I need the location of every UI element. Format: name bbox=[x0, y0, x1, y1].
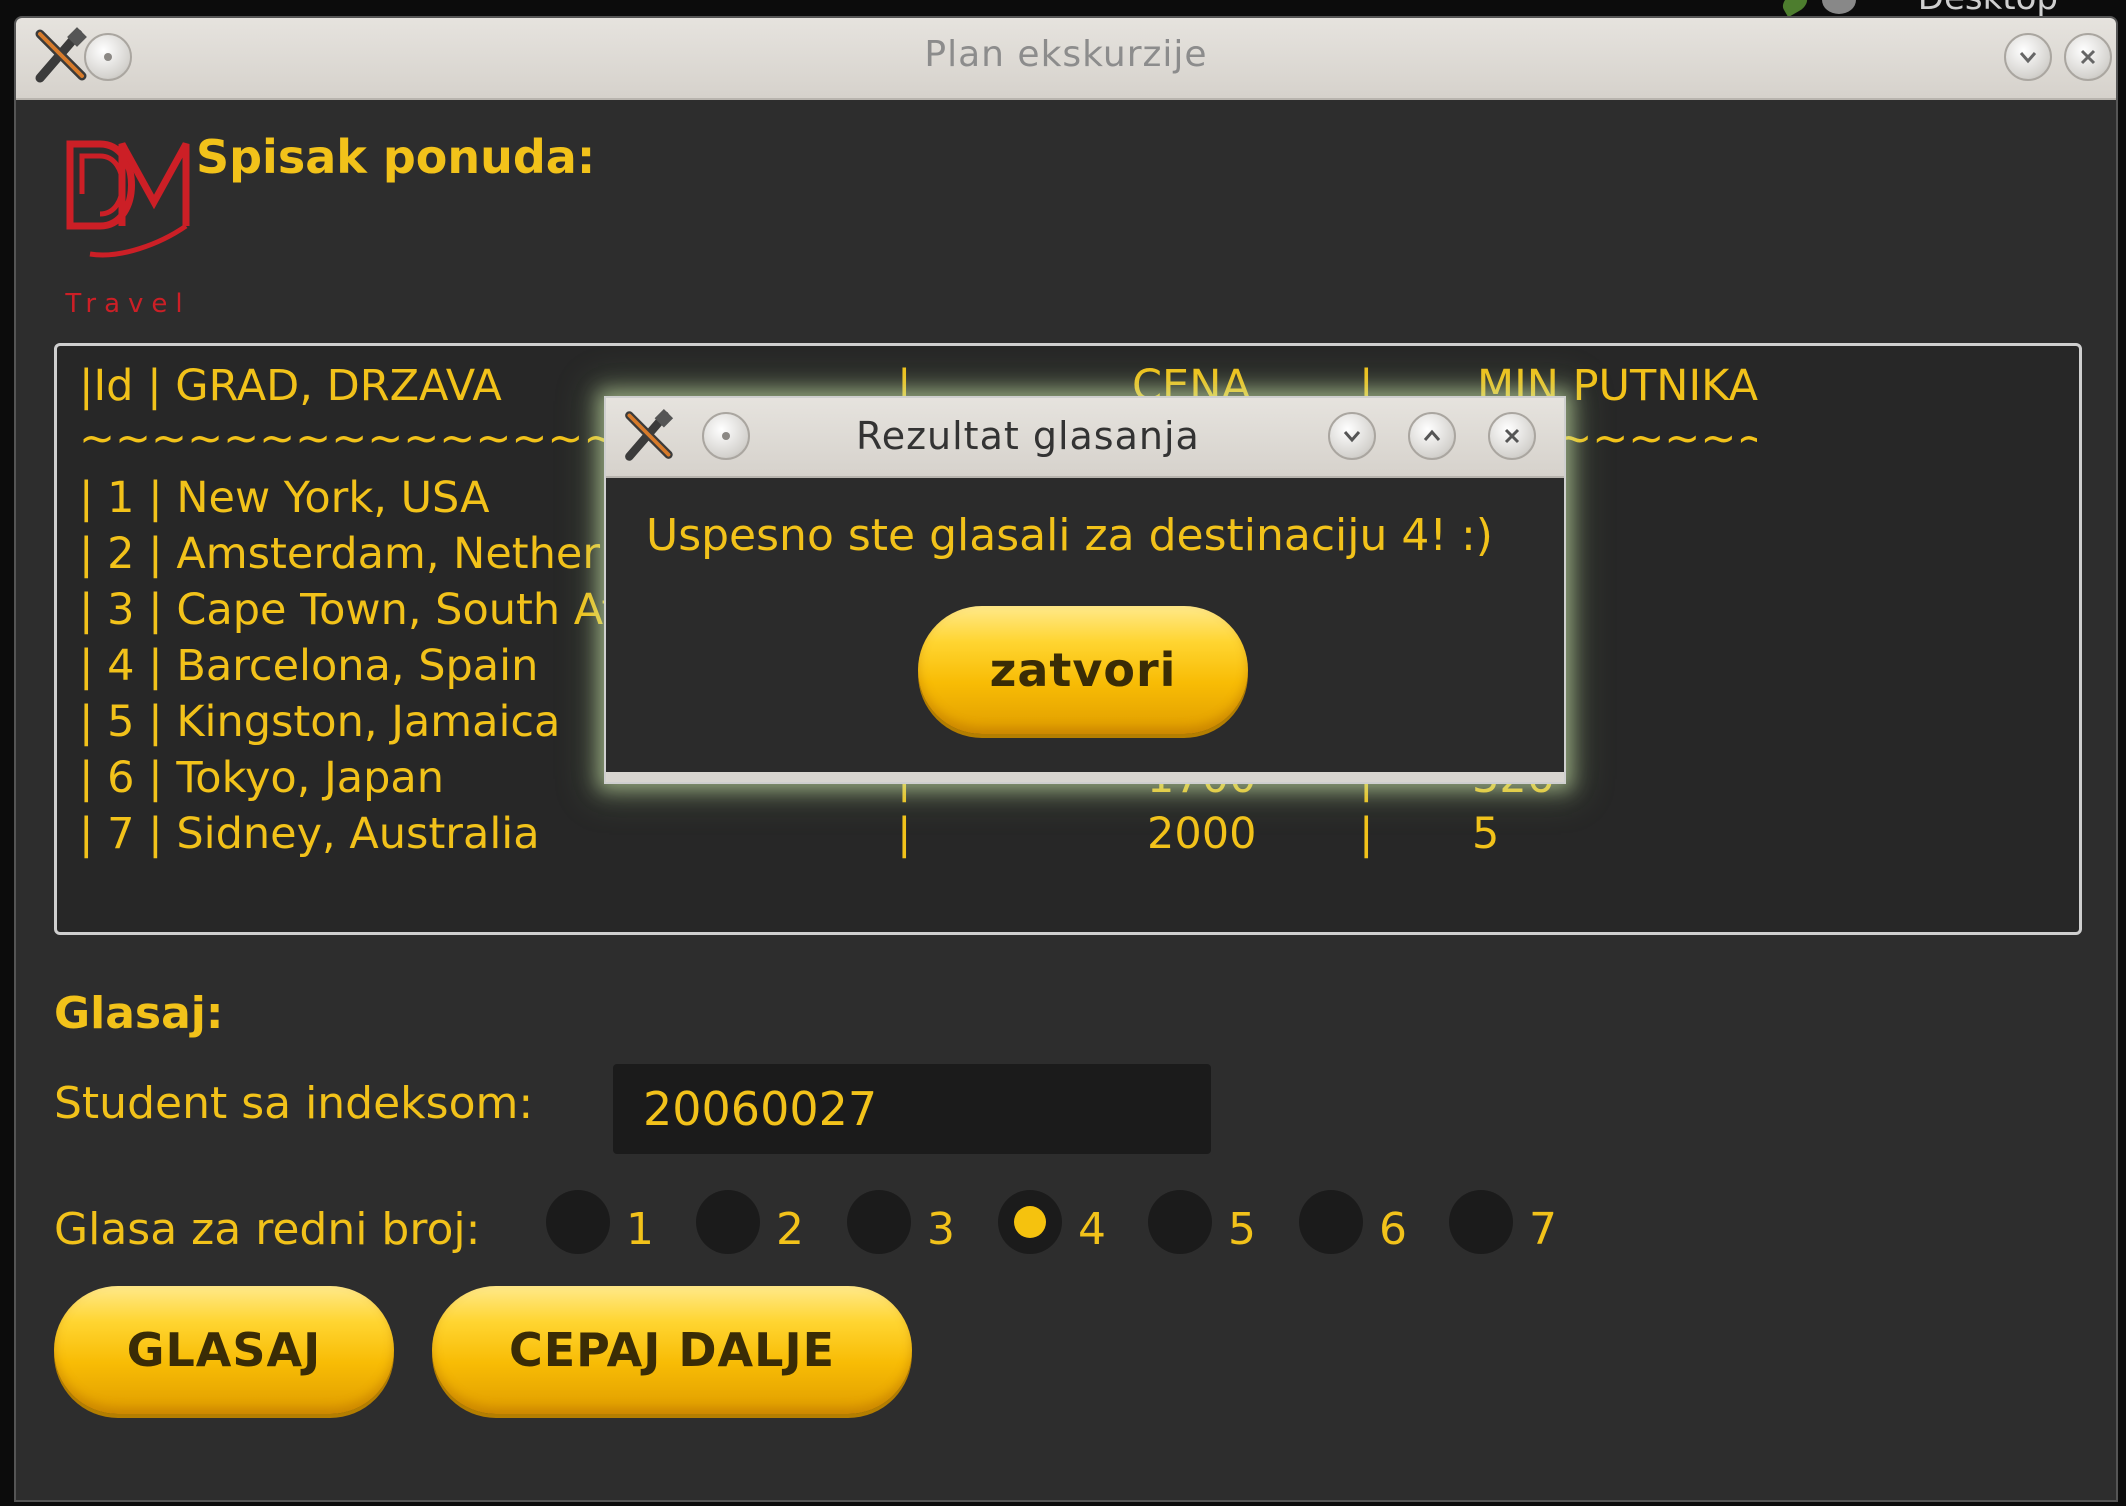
window-titlebar: Plan ekskurzije bbox=[16, 18, 2116, 100]
row-id-city: | 6 | Tokyo, Japan bbox=[79, 753, 444, 803]
row-price: 2000 bbox=[1147, 809, 1257, 859]
radio-option-2[interactable] bbox=[696, 1190, 760, 1254]
header-id-city: |Id | GRAD, DRZAVA bbox=[79, 361, 502, 411]
row-id-city: | 4 | Barcelona, Spain bbox=[79, 641, 539, 691]
list-item[interactable]: | 7 | Sidney, Australia | 2000 | 5 bbox=[57, 809, 2079, 865]
row-id-city: | 1 | New York, USA bbox=[79, 473, 490, 523]
radio-option-3[interactable] bbox=[847, 1190, 911, 1254]
app-icon[interactable] bbox=[620, 408, 676, 464]
radio-option-7[interactable] bbox=[1449, 1190, 1513, 1254]
sticky-dot-icon bbox=[722, 432, 730, 440]
student-label: Student sa indeksom: bbox=[54, 1078, 534, 1129]
dialog-message: Uspesno ste glasali za destinaciju 4! :) bbox=[646, 510, 1493, 561]
vote-choice-label: Glasa za redni broj: bbox=[54, 1204, 481, 1255]
dialog-maximize-button[interactable] bbox=[1408, 412, 1456, 460]
vote-result-dialog: Rezultat glasanja Uspesno ste glasali za… bbox=[604, 396, 1566, 784]
dialog-close-action-button[interactable]: zatvori bbox=[918, 606, 1248, 734]
radio-label: 6 bbox=[1379, 1204, 1407, 1255]
next-button[interactable]: CEPAJ DALJE bbox=[432, 1286, 912, 1414]
chevron-down-icon bbox=[2019, 52, 2037, 64]
dialog-title: Rezultat glasanja bbox=[856, 414, 1200, 458]
dialog-titlebar: Rezultat glasanja bbox=[606, 398, 1564, 478]
vote-button[interactable]: GLASAJ bbox=[54, 1286, 394, 1414]
radio-label: 2 bbox=[776, 1204, 804, 1255]
desktop-leaf-icon bbox=[1779, 0, 1811, 18]
radio-option-4[interactable] bbox=[998, 1190, 1062, 1254]
radio-label: 7 bbox=[1529, 1204, 1557, 1255]
close-button[interactable] bbox=[2064, 33, 2112, 81]
row-sep: | bbox=[897, 809, 912, 859]
minimize-button[interactable] bbox=[2004, 33, 2052, 81]
radio-label: 3 bbox=[927, 1204, 955, 1255]
dialog-close-button[interactable] bbox=[1488, 412, 1536, 460]
row-id-city: | 5 | Kingston, Jamaica bbox=[79, 697, 561, 747]
main-window: Plan ekskurzije Travel Spisak ponuda: |I… bbox=[14, 16, 2118, 1502]
chevron-up-icon bbox=[1423, 429, 1441, 441]
radio-option-1[interactable] bbox=[546, 1190, 610, 1254]
radio-label: 1 bbox=[626, 1204, 654, 1255]
vote-heading: Glasaj: bbox=[54, 988, 224, 1039]
desktop-icon bbox=[1822, 0, 1856, 14]
row-sep: | bbox=[1359, 809, 1374, 859]
student-index-input[interactable] bbox=[613, 1064, 1211, 1154]
dialog-minimize-button[interactable] bbox=[1328, 412, 1376, 460]
logo-text: Travel bbox=[64, 289, 190, 319]
radio-option-6[interactable] bbox=[1299, 1190, 1363, 1254]
window-title: Plan ekskurzije bbox=[924, 34, 1208, 75]
sticky-button[interactable] bbox=[702, 412, 750, 460]
row-min: 5 bbox=[1472, 809, 1500, 859]
chevron-down-icon bbox=[1343, 431, 1361, 443]
offers-heading: Spisak ponuda: bbox=[196, 130, 596, 184]
dialog-bottom-border bbox=[606, 772, 1564, 782]
row-id-city: | 7 | Sidney, Australia bbox=[79, 809, 540, 859]
radio-label: 4 bbox=[1078, 1204, 1106, 1255]
close-icon bbox=[2080, 49, 2096, 65]
radio-label: 5 bbox=[1228, 1204, 1256, 1255]
radio-option-5[interactable] bbox=[1148, 1190, 1212, 1254]
close-icon bbox=[1504, 428, 1520, 444]
